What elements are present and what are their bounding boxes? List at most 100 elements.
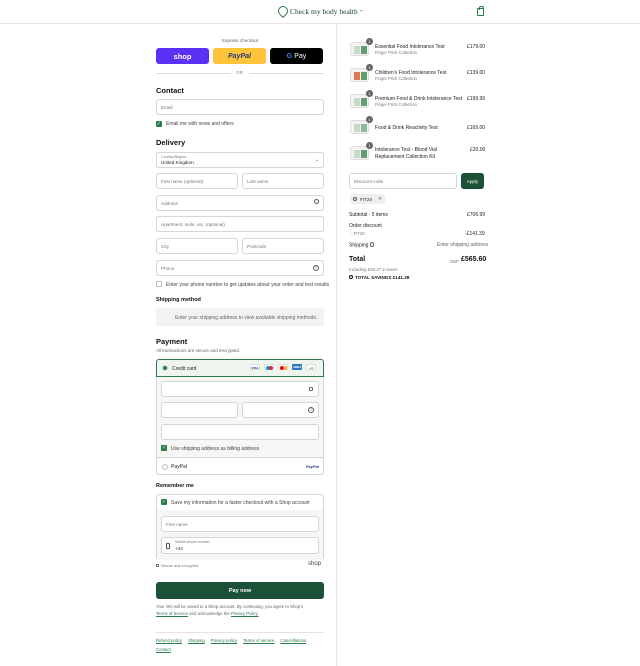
paypal-radio[interactable]: [162, 464, 168, 470]
phone-field[interactable]: Phone ?: [156, 260, 324, 276]
sms-checkbox[interactable]: [156, 281, 162, 287]
mobile-icon: [166, 543, 170, 549]
quantity-badge: 1: [366, 90, 373, 97]
payment-heading: Payment: [156, 337, 188, 346]
subtotal-value: £706.99: [467, 212, 486, 218]
contact-link[interactable]: Contact: [156, 647, 171, 652]
footer-links: Refund policy Shipping Privacy policy Te…: [156, 638, 326, 652]
item-variant: Finger Prick Collection: [375, 76, 417, 81]
item-price: £169.00: [467, 125, 486, 131]
product-thumbnail: [350, 120, 369, 134]
quantity-badge: 1: [366, 116, 373, 123]
paypal-option[interactable]: PayPal PayPal: [156, 457, 324, 475]
product-thumbnail: [350, 94, 369, 108]
or-label: OR: [236, 70, 243, 75]
express-checkout-label: Express checkout: [222, 38, 259, 43]
google-pay-button[interactable]: G Pay: [270, 48, 323, 64]
more-cards-badge: +4: [306, 364, 316, 370]
shipping-link[interactable]: Shipping: [188, 638, 205, 643]
quantity-badge: 1: [366, 38, 373, 45]
card-cvv-field[interactable]: ?: [242, 402, 319, 418]
total-value: £565.60: [461, 256, 487, 263]
cancellations-link[interactable]: Cancellations: [280, 638, 306, 643]
chevron-down-icon: ⌄: [314, 157, 319, 163]
pay-now-button[interactable]: Pay now: [156, 582, 324, 599]
heart-logo-icon: [275, 3, 291, 19]
privacy-policy-footer-link[interactable]: Privacy policy: [211, 638, 237, 643]
discount-value: -£141.39: [465, 231, 485, 237]
paypal-logo-icon: PayPal: [305, 464, 319, 469]
delivery-heading: Delivery: [156, 138, 186, 147]
billing-checkbox[interactable]: ✓: [161, 445, 167, 451]
address-field[interactable]: Address: [156, 195, 324, 211]
remember-me-heading: Remember me: [156, 483, 194, 489]
card-number-field[interactable]: [161, 381, 319, 397]
cvv-help-icon[interactable]: ?: [308, 407, 314, 413]
paypal-button[interactable]: PayPal: [213, 48, 266, 64]
lock-icon: [309, 387, 313, 391]
country-select[interactable]: Country/Region United Kingdom ⌄: [156, 152, 324, 168]
card-name-field[interactable]: [161, 424, 319, 440]
apply-discount-button[interactable]: Apply: [461, 173, 484, 189]
help-icon[interactable]: ?: [313, 265, 319, 271]
discount-code-applied: ◌ FIT20: [350, 231, 365, 236]
shop-first-name-field[interactable]: First name: [161, 516, 319, 532]
privacy-policy-link[interactable]: Privacy Policy.: [231, 611, 259, 616]
brand-logo[interactable]: Check my body health ™: [275, 3, 363, 19]
site-header: Check my body health ™: [0, 0, 640, 24]
item-name: Food & Drink Reactivity Test: [375, 125, 438, 131]
footer-divider: [156, 632, 324, 633]
postcode-field[interactable]: Postcode: [242, 238, 324, 254]
amex-icon: AMEX: [292, 364, 302, 370]
item-price: £179.00: [467, 44, 486, 50]
save-info-checkbox[interactable]: ✓: [161, 499, 167, 505]
total-label: Total: [349, 256, 366, 263]
consent-line-2: Terms of Service and acknowledge the Pri…: [156, 611, 259, 616]
shipping-method-heading: Shipping method: [156, 297, 201, 303]
save-info-label: Save my information for a faster checkou…: [171, 500, 310, 506]
savings-tag-icon: [349, 275, 353, 279]
last-name-field[interactable]: Last name: [242, 173, 324, 189]
visa-icon: VISA: [250, 364, 260, 370]
refund-policy-link[interactable]: Refund policy: [156, 638, 182, 643]
item-variant: Finger Prick Collection: [375, 50, 417, 55]
terms-of-service-link[interactable]: Terms of Service: [156, 611, 188, 616]
product-thumbnail: [350, 68, 369, 82]
item-price: £20.00: [470, 147, 486, 153]
shop-logo: shop: [308, 561, 322, 567]
news-label: Email me with news and offers: [166, 121, 234, 127]
mastercard-icon: [278, 364, 288, 370]
order-discount-label: Order discount: [349, 223, 382, 229]
remove-discount-icon[interactable]: ✕: [378, 196, 382, 202]
search-icon: [314, 199, 319, 204]
consent-line-1: Your info will be saved to a Shop accoun…: [156, 604, 304, 609]
or-divider-right: [249, 73, 324, 74]
sms-label: Enter your phone number to get updates a…: [166, 282, 330, 288]
tag-icon: [353, 197, 357, 201]
brand-name: Check my body health: [290, 6, 358, 16]
item-variant: Finger Prick Collection: [375, 102, 417, 107]
card-expiry-field[interactable]: [161, 402, 238, 418]
first-name-field[interactable]: First name (optional): [156, 173, 238, 189]
taxes-note: Including £94.27 in taxes: [349, 267, 398, 272]
help-icon[interactable]: [369, 242, 375, 247]
contact-heading: Contact: [156, 86, 184, 95]
shop-pay-button[interactable]: shop: [156, 48, 209, 64]
email-field[interactable]: Email: [156, 99, 324, 115]
shopping-bag-icon[interactable]: [477, 6, 484, 16]
shipping-method-box: Enter your shipping address to view avai…: [156, 308, 324, 326]
column-divider: [336, 24, 337, 666]
item-name: Intolerance Test - Blood Vial Replacemen…: [375, 147, 438, 160]
credit-card-radio[interactable]: [162, 365, 168, 371]
apartment-field[interactable]: Apartment, suite, etc. (optional): [156, 216, 324, 232]
product-thumbnail: [350, 42, 369, 56]
discount-code-field[interactable]: Discount code: [349, 173, 457, 189]
billing-label: Use shipping address as billing address: [171, 446, 260, 452]
terms-of-service-footer-link[interactable]: Terms of service: [243, 638, 274, 643]
quantity-badge: 1: [366, 64, 373, 71]
city-field[interactable]: City: [156, 238, 238, 254]
shipping-label: Shipping: [349, 242, 375, 249]
mobile-phone-field[interactable]: Mobile phone number +44: [161, 537, 319, 554]
currency-code: GBP: [450, 259, 459, 264]
news-checkbox[interactable]: ✓: [156, 121, 162, 127]
